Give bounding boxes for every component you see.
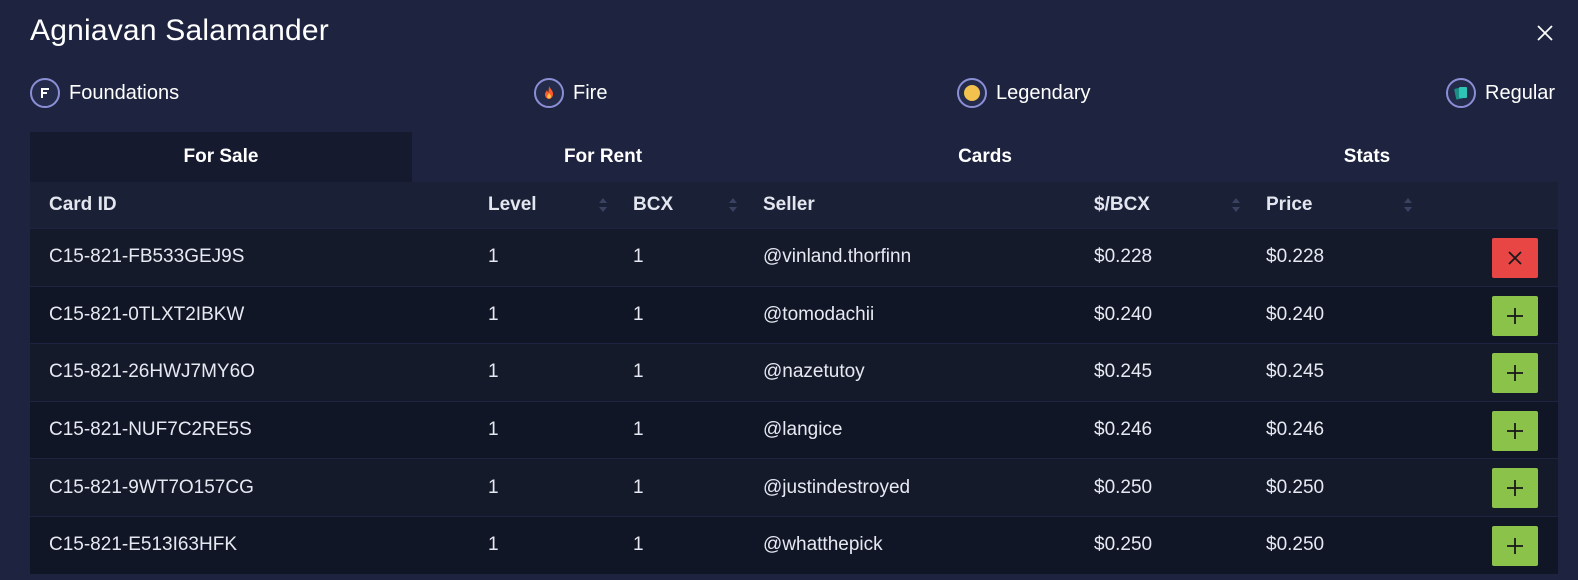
- tab-stats[interactable]: Stats: [1176, 132, 1558, 182]
- per-bcx-cell: $0.246: [1094, 419, 1153, 441]
- level-cell: 1: [488, 534, 499, 556]
- sort-icon[interactable]: [728, 195, 738, 215]
- table-row: C15-821-NUF7C2RE5S 1 1 @langice $0.246 $…: [30, 400, 1558, 459]
- add-to-cart-button[interactable]: [1492, 525, 1538, 566]
- table-header: Card ID Level BCX Seller $/BCX Price: [30, 182, 1558, 228]
- plus-icon: [1507, 537, 1523, 554]
- bcx-cell: 1: [633, 361, 644, 383]
- element-attr: Fire: [534, 76, 607, 110]
- card-attributes: Foundations Fire Legendary Regular: [0, 76, 1578, 110]
- per-bcx-cell: $0.250: [1094, 476, 1153, 498]
- add-to-cart-button[interactable]: [1492, 353, 1538, 394]
- tab-for-rent[interactable]: For Rent: [412, 132, 794, 182]
- add-to-cart-button[interactable]: [1492, 295, 1538, 336]
- fire-icon: [534, 78, 564, 108]
- modal-title: Agniavan Salamander: [30, 14, 329, 47]
- foil-label: Regular: [1485, 81, 1556, 104]
- foundations-icon: [30, 78, 60, 108]
- rarity-label: Legendary: [996, 81, 1091, 104]
- tab-for-sale[interactable]: For Sale: [30, 132, 412, 182]
- plus-icon: [1507, 480, 1523, 497]
- seller-cell[interactable]: @tomodachii: [763, 287, 874, 344]
- add-to-cart-button[interactable]: [1492, 410, 1538, 451]
- card-id-cell: C15-821-9WT7O157CG: [49, 476, 254, 498]
- column-header-card-id: Card ID: [49, 194, 117, 215]
- per-bcx-cell: $0.228: [1094, 246, 1153, 268]
- plus-icon: [1507, 307, 1523, 324]
- bcx-cell: 1: [633, 476, 644, 498]
- price-cell: $0.250: [1266, 476, 1325, 498]
- close-icon: [1508, 251, 1522, 265]
- column-header-level[interactable]: Level: [488, 182, 537, 228]
- seller-cell[interactable]: @nazetutoy: [763, 344, 865, 401]
- seller-cell[interactable]: @vinland.thorfinn: [763, 229, 911, 286]
- seller-cell[interactable]: @langice: [763, 402, 843, 459]
- close-button[interactable]: [1534, 22, 1556, 44]
- legendary-dot-icon: [957, 78, 987, 108]
- rarity-attr: Legendary: [957, 76, 1091, 110]
- remove-from-cart-button[interactable]: [1492, 238, 1538, 278]
- bcx-cell: 1: [633, 303, 644, 325]
- column-header-seller: Seller: [763, 194, 815, 215]
- price-cell: $0.228: [1266, 246, 1325, 268]
- tab-cards[interactable]: Cards: [794, 132, 1176, 182]
- card-id-cell: C15-821-0TLXT2IBKW: [49, 303, 245, 325]
- card-id-cell: C15-821-FB533GEJ9S: [49, 246, 245, 268]
- column-header-bcx[interactable]: BCX: [633, 182, 673, 228]
- regular-card-icon: [1446, 78, 1476, 108]
- plus-icon: [1507, 422, 1523, 439]
- edition-label: Foundations: [69, 81, 180, 104]
- level-cell: 1: [488, 303, 499, 325]
- card-id-cell: C15-821-26HWJ7MY6O: [49, 361, 255, 383]
- bcx-cell: 1: [633, 534, 644, 556]
- edition-attr: Foundations: [30, 76, 179, 110]
- per-bcx-cell: $0.240: [1094, 303, 1153, 325]
- table-row: C15-821-0TLXT2IBKW 1 1 @tomodachii $0.24…: [30, 285, 1558, 344]
- seller-cell[interactable]: @justindestroyed: [763, 459, 910, 516]
- per-bcx-cell: $0.250: [1094, 534, 1153, 556]
- price-cell: $0.250: [1266, 534, 1325, 556]
- card-id-cell: C15-821-NUF7C2RE5S: [49, 419, 252, 441]
- close-icon: [1537, 25, 1553, 41]
- sort-icon[interactable]: [598, 195, 608, 215]
- table-row: C15-821-9WT7O157CG 1 1 @justindestroyed …: [30, 458, 1558, 516]
- table-body: C15-821-FB533GEJ9S 1 1 @vinland.thorfinn…: [30, 228, 1558, 574]
- tab-bar: For Sale For Rent Cards Stats: [30, 132, 1558, 182]
- table-row: C15-821-E513I63HFK 1 1 @whatthepick $0.2…: [30, 515, 1558, 574]
- card-id-cell: C15-821-E513I63HFK: [49, 534, 237, 556]
- column-header-price[interactable]: Price: [1266, 182, 1312, 228]
- add-to-cart-button[interactable]: [1492, 468, 1538, 509]
- price-cell: $0.245: [1266, 361, 1325, 383]
- table-row: C15-821-FB533GEJ9S 1 1 @vinland.thorfinn…: [30, 228, 1558, 286]
- column-header-per-bcx[interactable]: $/BCX: [1094, 182, 1150, 228]
- listings-table: Card ID Level BCX Seller $/BCX Price C15…: [30, 182, 1558, 574]
- price-cell: $0.246: [1266, 419, 1325, 441]
- foil-attr: Regular: [1446, 76, 1555, 110]
- level-cell: 1: [488, 246, 499, 268]
- level-cell: 1: [488, 361, 499, 383]
- bcx-cell: 1: [633, 419, 644, 441]
- per-bcx-cell: $0.245: [1094, 361, 1153, 383]
- sort-icon[interactable]: [1403, 195, 1413, 215]
- sort-icon[interactable]: [1231, 195, 1241, 215]
- seller-cell[interactable]: @whatthepick: [763, 517, 883, 574]
- level-cell: 1: [488, 419, 499, 441]
- price-cell: $0.240: [1266, 303, 1325, 325]
- plus-icon: [1507, 365, 1523, 382]
- level-cell: 1: [488, 476, 499, 498]
- element-label: Fire: [573, 81, 608, 104]
- table-row: C15-821-26HWJ7MY6O 1 1 @nazetutoy $0.245…: [30, 343, 1558, 401]
- bcx-cell: 1: [633, 246, 644, 268]
